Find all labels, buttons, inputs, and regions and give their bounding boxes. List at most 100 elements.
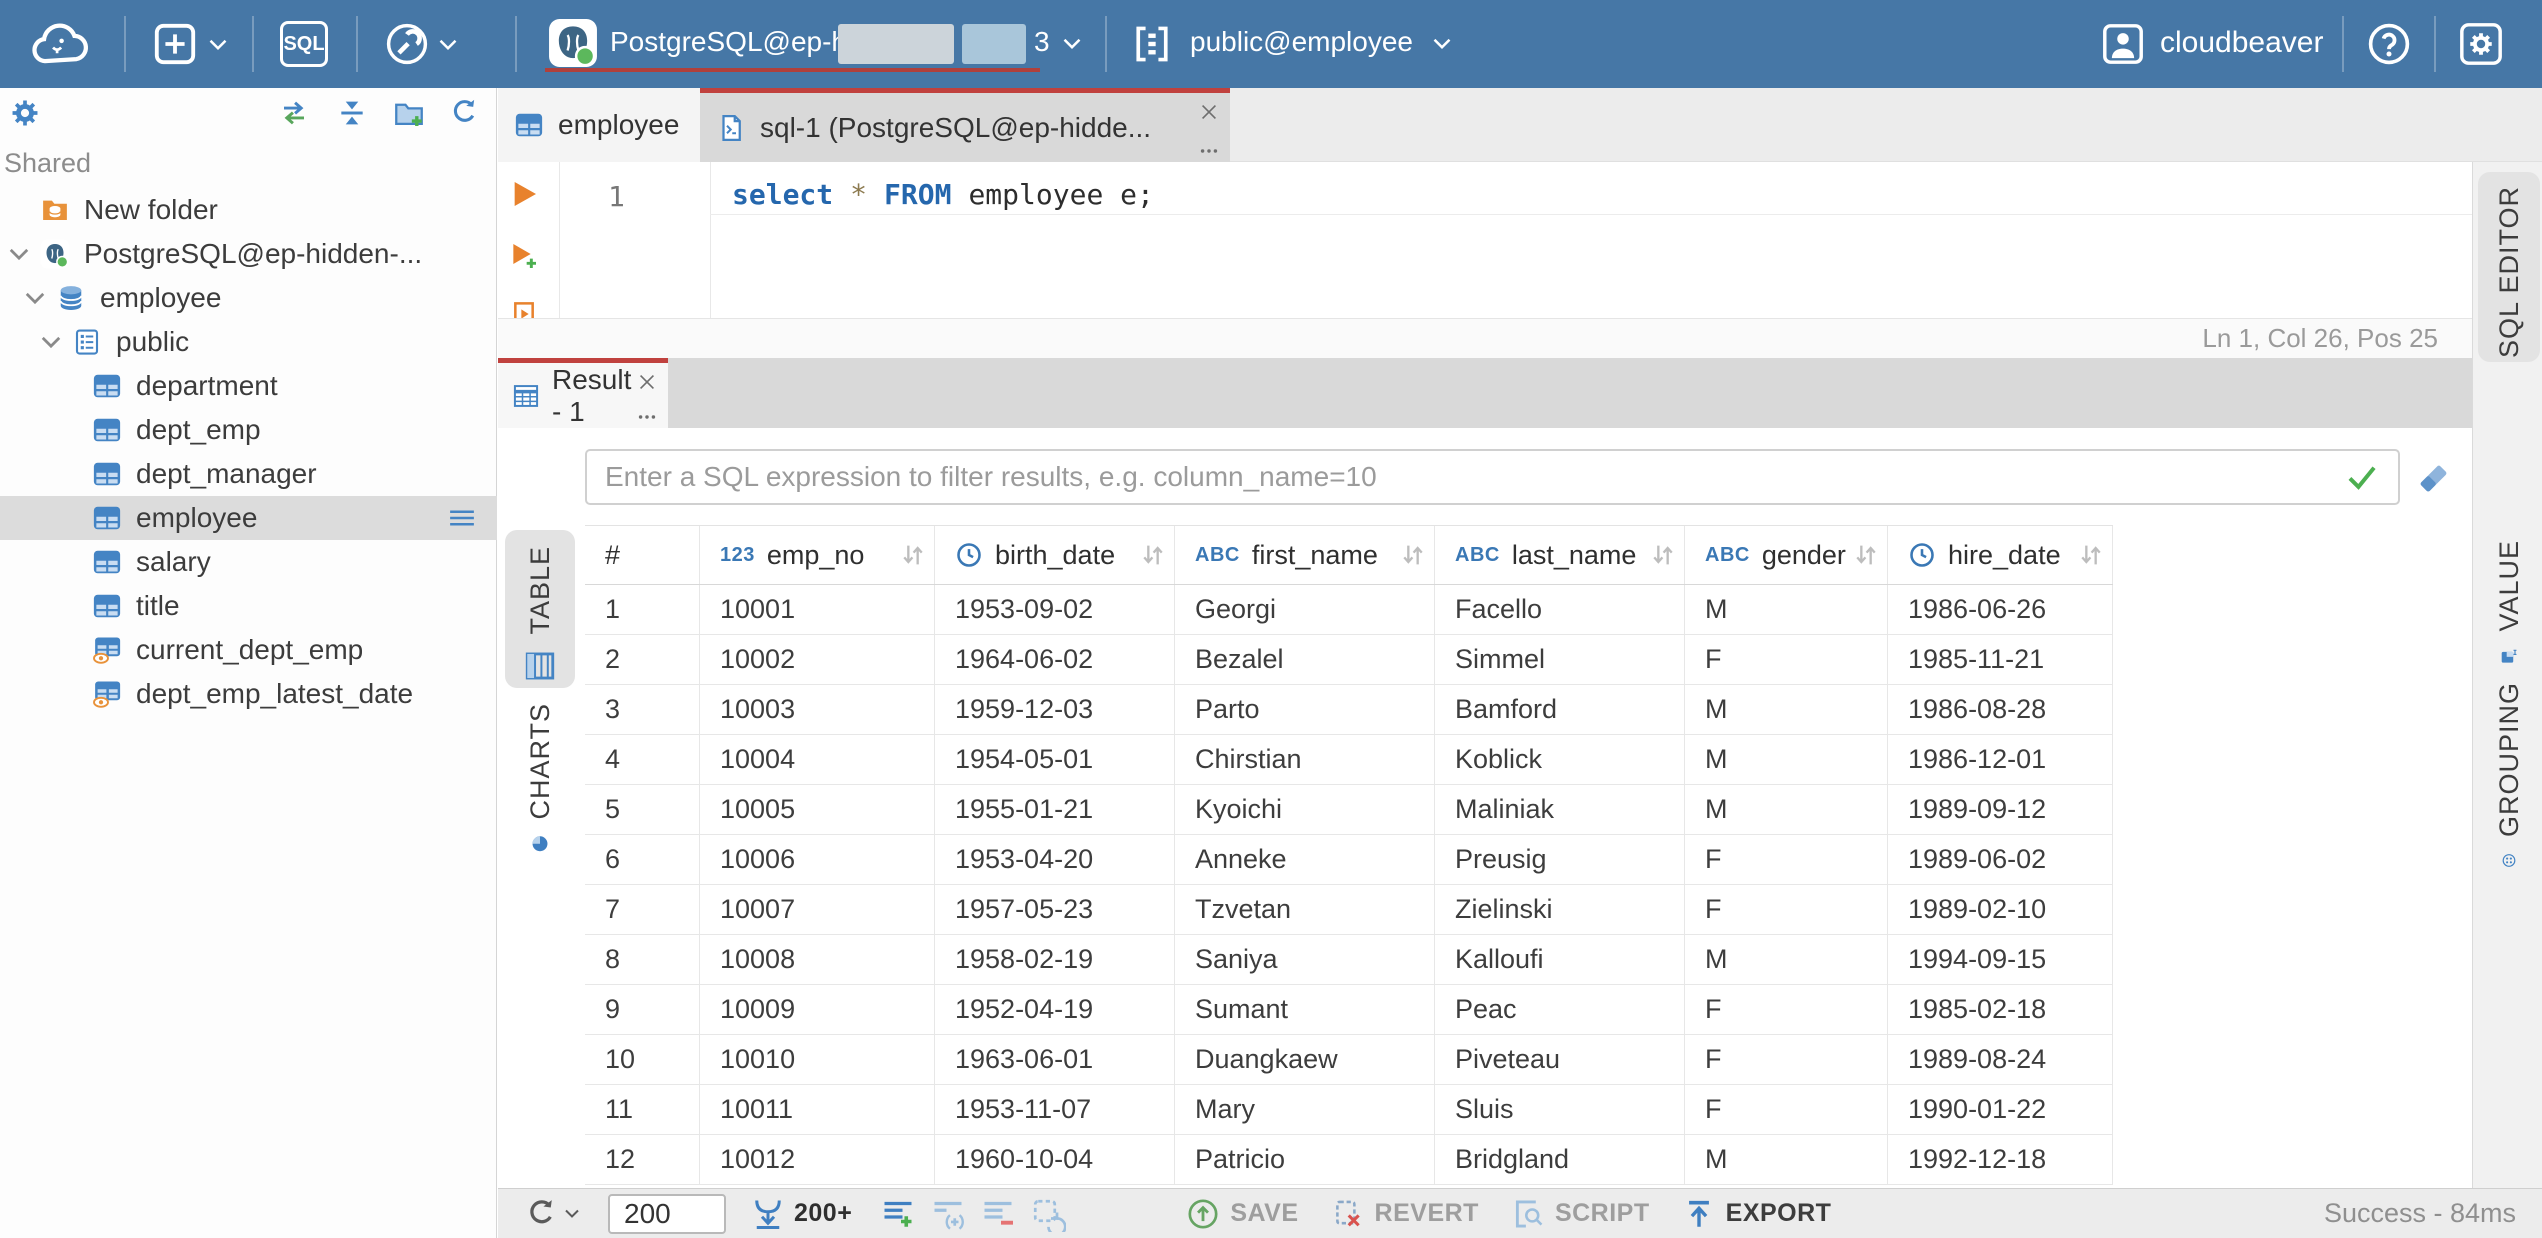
hire-date-cell[interactable]: 1985-11-21	[1888, 635, 2113, 684]
first-name-cell[interactable]: Tzvetan	[1175, 885, 1435, 934]
first-name-cell[interactable]: Patricio	[1175, 1135, 1435, 1184]
tree-item-table-dept-manager[interactable]: dept_manager	[0, 452, 497, 496]
tree-item-table-salary[interactable]: salary	[0, 540, 497, 584]
emp-no-cell[interactable]: 10003	[700, 685, 935, 734]
new-connection-chevron-icon[interactable]	[208, 38, 228, 51]
sort-icon[interactable]	[900, 541, 926, 569]
first-name-cell[interactable]: Duangkaew	[1175, 1035, 1435, 1084]
first-name-cell[interactable]: Georgi	[1175, 585, 1435, 634]
sort-icon[interactable]	[1853, 541, 1879, 569]
chevron-down-icon[interactable]	[24, 291, 46, 305]
tree-item-table-title[interactable]: title	[0, 584, 497, 628]
row-number-cell[interactable]: 12	[585, 1135, 700, 1184]
user-menu[interactable]: cloudbeaver	[2160, 26, 2323, 60]
gender-cell[interactable]: M	[1685, 935, 1888, 984]
hire-date-cell[interactable]: 1986-12-01	[1888, 735, 2113, 784]
tree-item-menu-icon[interactable]	[445, 503, 479, 533]
hire-date-cell[interactable]: 1994-09-15	[1888, 935, 2113, 984]
revert-button[interactable]: REVERT	[1375, 1199, 1479, 1228]
filter-input[interactable]	[585, 449, 2400, 505]
tab-sql-editor-panel[interactable]: SQL EDITOR	[2478, 172, 2540, 362]
execute-in-new-tab-button[interactable]	[508, 240, 540, 272]
refresh-result-icon[interactable]	[524, 1197, 558, 1231]
tree-item-schema-public[interactable]: public	[0, 320, 497, 364]
sort-icon[interactable]	[1140, 541, 1166, 569]
hire-date-cell[interactable]: 1989-02-10	[1888, 885, 2113, 934]
birth-date-cell[interactable]: 1958-02-19	[935, 935, 1175, 984]
first-name-cell[interactable]: Parto	[1175, 685, 1435, 734]
column-header-gender[interactable]: ABC gender	[1685, 526, 1888, 584]
tab-charts-view[interactable]: CHARTS	[505, 703, 575, 853]
result-overflow-icon[interactable]	[636, 411, 658, 423]
hire-date-cell[interactable]: 1986-06-26	[1888, 585, 2113, 634]
new-folder-icon[interactable]	[392, 97, 426, 131]
emp-no-cell[interactable]: 10007	[700, 885, 935, 934]
last-name-cell[interactable]: Simmel	[1435, 635, 1685, 684]
tab-employee[interactable]: employee	[498, 88, 700, 162]
collapse-all-icon[interactable]	[336, 97, 368, 129]
tab-overflow-icon[interactable]	[1198, 145, 1220, 157]
gender-cell[interactable]: F	[1685, 985, 1888, 1034]
close-result-icon[interactable]	[636, 371, 658, 393]
hire-date-cell[interactable]: 1989-08-24	[1888, 1035, 2113, 1084]
tab-value-panel[interactable]: VALUE	[2478, 540, 2540, 666]
open-sql-editor-button[interactable]: SQL	[280, 21, 328, 67]
gender-cell[interactable]: M	[1685, 585, 1888, 634]
tools-wrench-icon[interactable]	[384, 21, 430, 67]
last-name-cell[interactable]: Zielinski	[1435, 885, 1685, 934]
first-name-cell[interactable]: Chirstian	[1175, 735, 1435, 784]
emp-no-cell[interactable]: 10010	[700, 1035, 935, 1084]
sql-code-line[interactable]: select * FROM employee e;	[732, 178, 1171, 211]
refresh-options-chevron-icon[interactable]	[564, 1208, 580, 1219]
sync-connections-icon[interactable]	[278, 97, 310, 129]
last-name-cell[interactable]: Piveteau	[1435, 1035, 1685, 1084]
first-name-cell[interactable]: Anneke	[1175, 835, 1435, 884]
tab-result-1-active[interactable]: Result - 1	[498, 358, 668, 428]
tree-item-view-current-dept-emp[interactable]: current_dept_emp	[0, 628, 497, 672]
schema-selector[interactable]: public@employee	[1190, 26, 1413, 58]
column-header-last-name[interactable]: ABC last_name	[1435, 526, 1685, 584]
gender-cell[interactable]: M	[1685, 785, 1888, 834]
birth-date-cell[interactable]: 1960-10-04	[935, 1135, 1175, 1184]
tree-item-table-department[interactable]: department	[0, 364, 497, 408]
last-name-cell[interactable]: Kalloufi	[1435, 935, 1685, 984]
tree-item-view-dept-emp-latest-date[interactable]: dept_emp_latest_date	[0, 672, 497, 716]
row-number-cell[interactable]: 2	[585, 635, 700, 684]
row-number-cell[interactable]: 10	[585, 1035, 700, 1084]
row-number-cell[interactable]: 5	[585, 785, 700, 834]
tree-item-new-folder[interactable]: New folder	[0, 188, 497, 232]
emp-no-cell[interactable]: 10009	[700, 985, 935, 1034]
export-icon[interactable]	[1682, 1197, 1716, 1231]
column-header-row-number[interactable]: #	[585, 526, 700, 584]
tab-sql-1-active[interactable]: sql-1 (PostgreSQL@ep-hidde...	[700, 88, 1230, 162]
first-name-cell[interactable]: Saniya	[1175, 935, 1435, 984]
first-name-cell[interactable]: Mary	[1175, 1085, 1435, 1134]
sort-icon[interactable]	[1650, 541, 1676, 569]
birth-date-cell[interactable]: 1957-05-23	[935, 885, 1175, 934]
connection-chevron-icon[interactable]	[1062, 37, 1082, 50]
row-number-cell[interactable]: 1	[585, 585, 700, 634]
tree-item-table-employee-selected[interactable]: employee	[0, 496, 497, 540]
schema-chevron-icon[interactable]	[1432, 37, 1452, 50]
emp-no-cell[interactable]: 10005	[700, 785, 935, 834]
emp-no-cell[interactable]: 10008	[700, 935, 935, 984]
apply-changes-icon[interactable]	[1030, 1196, 1066, 1232]
emp-no-cell[interactable]: 10011	[700, 1085, 935, 1134]
delete-row-icon[interactable]	[980, 1196, 1016, 1232]
emp-no-cell[interactable]: 10001	[700, 585, 935, 634]
last-name-cell[interactable]: Koblick	[1435, 735, 1685, 784]
save-button[interactable]: SAVE	[1230, 1199, 1298, 1228]
export-button[interactable]: EXPORT	[1726, 1199, 1832, 1228]
sort-icon[interactable]	[1400, 541, 1426, 569]
birth-date-cell[interactable]: 1955-01-21	[935, 785, 1175, 834]
tree-item-connection[interactable]: PostgreSQL@ep-hidden-...	[0, 232, 497, 276]
column-header-hire-date[interactable]: hire_date	[1888, 526, 2113, 584]
gender-cell[interactable]: F	[1685, 885, 1888, 934]
row-number-cell[interactable]: 9	[585, 985, 700, 1034]
first-name-cell[interactable]: Bezalel	[1175, 635, 1435, 684]
hire-date-cell[interactable]: 1986-08-28	[1888, 685, 2113, 734]
execute-query-button[interactable]	[508, 178, 540, 210]
last-name-cell[interactable]: Bamford	[1435, 685, 1685, 734]
clear-filter-eraser-icon[interactable]	[2415, 460, 2451, 496]
script-button[interactable]: SCRIPT	[1555, 1199, 1650, 1228]
